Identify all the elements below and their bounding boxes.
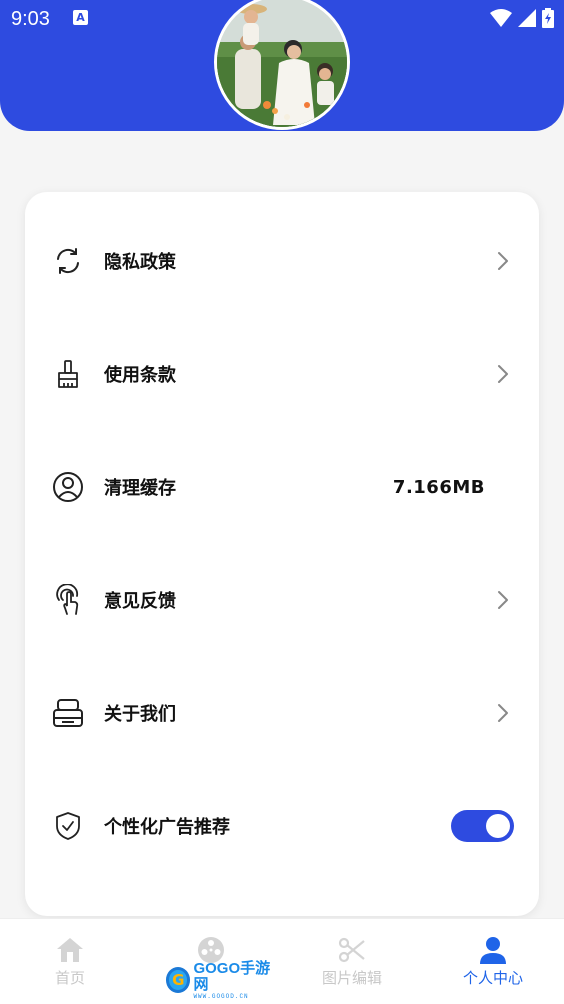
settings-row-feedback[interactable]: 意见反馈 (25, 570, 539, 630)
settings-card: 隐私政策 使用条款 清理缓存 7.166MB 意见反馈 关于我们 个性化广告推荐 (25, 192, 539, 916)
settings-row-personalized-ads: 个性化广告推荐 (25, 796, 539, 856)
touch-icon (52, 584, 84, 616)
battery-icon (542, 8, 554, 28)
refresh-icon (52, 245, 84, 277)
personalized-ads-toggle[interactable] (451, 810, 514, 842)
nav-label: 首页 (54, 969, 85, 987)
settings-row-label: 个性化广告推荐 (104, 817, 230, 838)
settings-row-about[interactable]: 关于我们 (25, 683, 539, 743)
profile-avatar[interactable] (214, 0, 350, 130)
scissors-icon (338, 937, 365, 963)
brush-icon (52, 358, 84, 390)
settings-row-label: 隐私政策 (104, 252, 176, 273)
site-watermark: G GOGO手游网 WWW.GOGOD.CN (166, 960, 278, 1000)
signal-icon (518, 9, 536, 27)
nav-label: 个人中心 (462, 969, 523, 987)
printer-icon (52, 697, 84, 729)
wifi-icon (490, 9, 512, 27)
shield-check-icon (52, 810, 84, 842)
settings-row-terms[interactable]: 使用条款 (25, 344, 539, 404)
bottom-nav: 首页 图片编辑 个人中心 (0, 918, 564, 1004)
settings-row-label: 意见反馈 (104, 591, 176, 612)
user-circle-icon (52, 471, 84, 503)
nav-item-image-edit[interactable]: 图片编辑 (302, 935, 402, 988)
nav-label: 图片编辑 (321, 969, 382, 987)
family-photo-avatar (217, 0, 347, 127)
settings-row-label: 使用条款 (104, 365, 176, 386)
watermark-sub: WWW.GOGOD.CN (193, 992, 249, 1000)
watermark-main: GOGO手游网 (193, 959, 271, 993)
cache-size-value: 7.166MB (392, 476, 485, 498)
nav-item-home[interactable]: 首页 (20, 935, 120, 988)
chevron-right-icon (498, 591, 508, 609)
home-icon (57, 938, 83, 962)
chevron-right-icon (498, 252, 508, 270)
notification-badge: A (73, 10, 88, 25)
status-icons (490, 8, 554, 28)
chevron-right-icon (498, 365, 508, 383)
watermark-text: GOGO手游网 WWW.GOGOD.CN (193, 959, 278, 1000)
settings-row-privacy[interactable]: 隐私政策 (25, 231, 539, 291)
chevron-right-icon (498, 704, 508, 722)
watermark-logo: G (166, 967, 191, 993)
settings-row-label: 关于我们 (104, 704, 176, 725)
settings-row-label: 清理缓存 (104, 478, 176, 499)
settings-row-clear-cache[interactable]: 清理缓存 7.166MB (25, 457, 539, 517)
person-icon (480, 937, 506, 964)
status-time: 9:03 (11, 8, 50, 30)
nav-item-profile[interactable]: 个人中心 (443, 935, 543, 988)
toggle-knob (486, 814, 510, 838)
